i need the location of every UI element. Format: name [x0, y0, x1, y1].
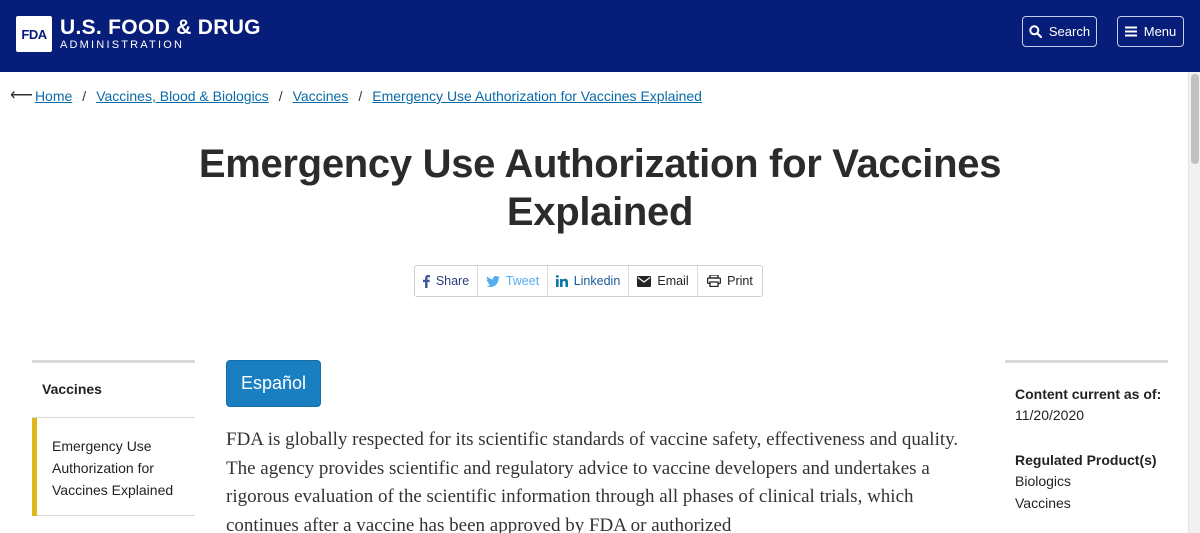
logo-line1: U.S. FOOD & DRUG	[60, 15, 261, 39]
logo-line2: ADMINISTRATION	[60, 38, 185, 51]
breadcrumb: ⟵ Home / Vaccines, Blood & Biologics / V…	[10, 86, 702, 106]
fda-logo-mark: FDA	[16, 16, 52, 52]
logo-text: U.S. FOOD & DRUG ADMINISTRATION	[60, 15, 261, 52]
printer-icon	[707, 275, 722, 287]
share-bar: Share Tweet Linkedin Email Print	[414, 265, 763, 297]
left-arrow-icon: ⟵	[10, 87, 33, 104]
content-current-label: Content current as of:	[1015, 386, 1162, 402]
breadcrumb-home[interactable]: Home	[35, 86, 72, 106]
tweet-label: Tweet	[505, 274, 540, 288]
facebook-share-button[interactable]: Share	[415, 266, 478, 296]
share-label: Share	[435, 274, 470, 288]
logo-mark-text: FDA	[21, 26, 47, 42]
left-nav-heading-vaccines[interactable]: Vaccines	[32, 363, 195, 418]
body-paragraph: FDA is globally respected for its scient…	[226, 429, 959, 533]
regulated-products-label: Regulated Product(s)	[1015, 452, 1157, 468]
breadcrumb-current-page[interactable]: Emergency Use Authorization for Vaccines…	[372, 86, 702, 106]
right-sidebar: Content current as of: 11/20/2020 Regula…	[1005, 360, 1168, 511]
search-button[interactable]: Search	[1022, 16, 1097, 47]
regulated-products-block: Regulated Product(s) Biologics Vaccines	[1015, 450, 1157, 514]
regulated-product-vaccines: Vaccines	[1015, 495, 1071, 511]
page-title: Emergency Use Authorization for Vaccines…	[198, 142, 1002, 234]
linkedin-share-button[interactable]: Linkedin	[548, 266, 629, 296]
search-icon	[1029, 25, 1042, 38]
breadcrumb-separator: /	[358, 88, 363, 104]
left-nav-item-label: Emergency Use Authorization for Vaccines…	[52, 438, 174, 498]
linkedin-icon	[555, 275, 568, 287]
breadcrumb-separator: /	[82, 88, 87, 104]
active-indicator-bar	[32, 418, 37, 516]
twitter-icon	[485, 275, 500, 287]
fda-logo[interactable]: FDA U.S. FOOD & DRUG ADMINISTRATION	[16, 16, 261, 52]
left-nav-item-eua-vaccines-explained[interactable]: Emergency Use Authorization for Vaccines…	[32, 418, 195, 516]
left-section-nav: Vaccines Emergency Use Authorization for…	[32, 360, 195, 516]
right-sidebar-divider	[1005, 360, 1168, 363]
linkedin-label: Linkedin	[573, 274, 621, 288]
email-share-button[interactable]: Email	[629, 266, 698, 296]
page-scrollbar[interactable]	[1188, 72, 1200, 533]
breadcrumb-vaccines-blood-biologics[interactable]: Vaccines, Blood & Biologics	[96, 86, 269, 106]
content-current-date: 11/20/2020	[1015, 407, 1085, 423]
breadcrumb-vaccines[interactable]: Vaccines	[293, 86, 349, 106]
breadcrumb-separator: /	[278, 88, 283, 104]
email-label: Email	[657, 274, 689, 288]
content-current-block: Content current as of: 11/20/2020	[1015, 384, 1161, 426]
menu-button[interactable]: Menu	[1117, 16, 1184, 47]
print-button[interactable]: Print	[698, 266, 762, 296]
regulated-product-biologics: Biologics	[1015, 473, 1072, 489]
site-header: FDA U.S. FOOD & DRUG ADMINISTRATION Sear…	[0, 0, 1200, 72]
twitter-tweet-button[interactable]: Tweet	[478, 266, 548, 296]
search-label: Search	[1048, 24, 1091, 39]
print-label: Print	[727, 274, 753, 288]
espanol-language-button[interactable]: Español	[226, 360, 321, 407]
scrollbar-thumb[interactable]	[1191, 74, 1199, 164]
hamburger-icon	[1124, 26, 1137, 37]
envelope-icon	[637, 275, 652, 287]
facebook-icon	[422, 274, 430, 288]
menu-label: Menu	[1143, 24, 1177, 39]
